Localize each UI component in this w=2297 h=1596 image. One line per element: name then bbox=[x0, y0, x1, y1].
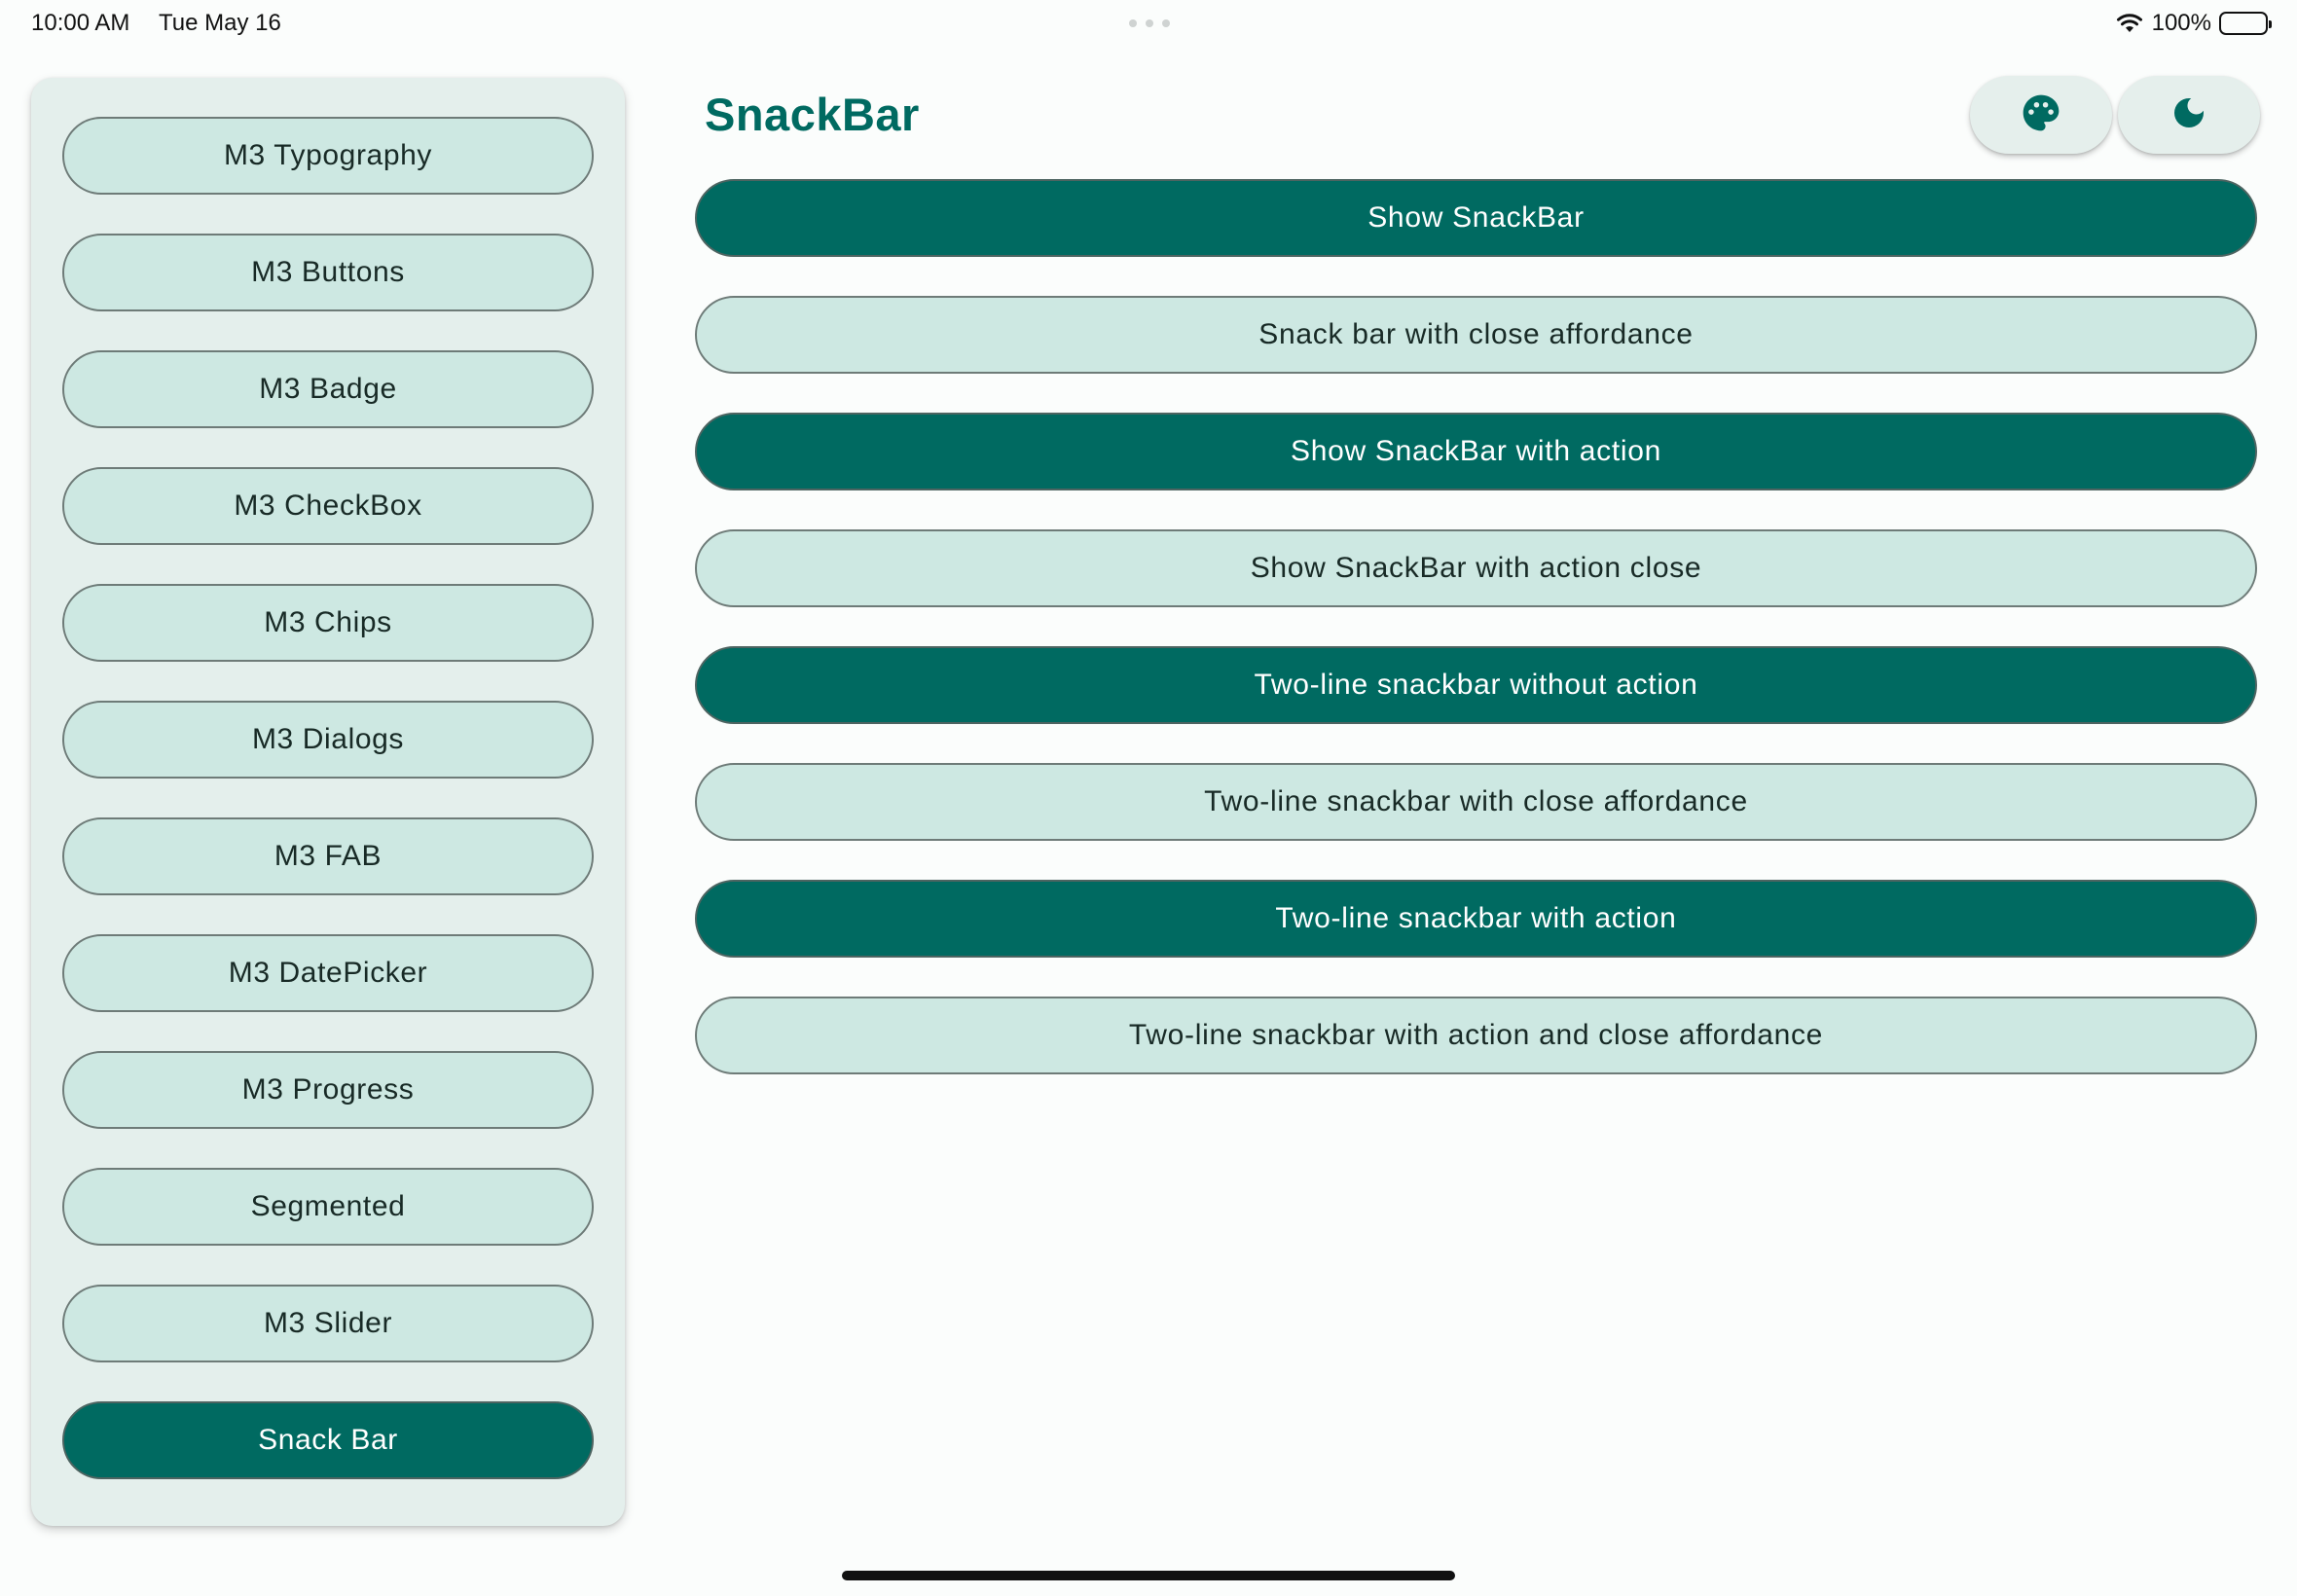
two-line-snackbar-no-action-button[interactable]: Two-line snackbar without action bbox=[695, 646, 2257, 724]
sidebar-item-label: M3 Buttons bbox=[251, 256, 405, 288]
two-line-snackbar-close-affordance-button[interactable]: Two-line snackbar with close affordance bbox=[695, 763, 2257, 841]
sidebar-item-label: M3 Dialogs bbox=[251, 723, 405, 755]
dark-mode-button[interactable] bbox=[2118, 76, 2260, 154]
sidebar-item-m3-buttons[interactable]: M3 Buttons bbox=[62, 234, 594, 311]
two-line-snackbar-action-button[interactable]: Two-line snackbar with action bbox=[695, 880, 2257, 958]
wifi-icon bbox=[2115, 12, 2144, 35]
status-time: 10:00 AM bbox=[31, 10, 130, 36]
snackbar-close-affordance-button[interactable]: Snack bar with close affordance bbox=[695, 296, 2257, 374]
sidebar-item-m3-checkbox[interactable]: M3 CheckBox bbox=[62, 467, 594, 545]
sidebar-item-m3-progress[interactable]: M3 Progress bbox=[62, 1051, 594, 1129]
button-label: Two-line snackbar with close affordance bbox=[1204, 785, 1748, 817]
status-date: Tue May 16 bbox=[159, 10, 281, 36]
page-title: SnackBar bbox=[705, 89, 920, 140]
sidebar-item-label: M3 Chips bbox=[264, 606, 392, 638]
sidebar-item-m3-fab[interactable]: M3 FAB bbox=[62, 817, 594, 895]
sidebar-item-label: M3 FAB bbox=[273, 840, 383, 872]
sidebar-item-label: M3 DatePicker bbox=[228, 957, 428, 989]
sidebar-item-m3-typography[interactable]: M3 Typography bbox=[62, 117, 594, 195]
sidebar-item-m3-dialogs[interactable]: M3 Dialogs bbox=[62, 701, 594, 779]
sidebar-item-segmented[interactable]: Segmented bbox=[62, 1168, 594, 1246]
sidebar-item-m3-slider[interactable]: M3 Slider bbox=[62, 1285, 594, 1362]
battery-percentage: 100% bbox=[2151, 10, 2211, 36]
button-label: Show SnackBar with action close bbox=[1250, 552, 1702, 584]
button-label: Snack bar with close affordance bbox=[1258, 318, 1694, 350]
sidebar-item-label: M3 Slider bbox=[263, 1307, 393, 1339]
button-label: Show SnackBar with action bbox=[1290, 435, 1661, 467]
show-snackbar-action-button[interactable]: Show SnackBar with action bbox=[695, 413, 2257, 490]
status-bar: 10:00 AM Tue May 16 100% bbox=[0, 0, 2297, 49]
moon-icon bbox=[2169, 93, 2208, 137]
home-indicator[interactable] bbox=[842, 1571, 1455, 1580]
sidebar-navigation: M3 Typography M3 Buttons M3 Badge M3 Che… bbox=[31, 78, 625, 1526]
sidebar-item-label: M3 Progress bbox=[241, 1073, 415, 1106]
two-line-snackbar-action-close-button[interactable]: Two-line snackbar with action and close … bbox=[695, 997, 2257, 1074]
show-snackbar-button[interactable]: Show SnackBar bbox=[695, 179, 2257, 257]
sidebar-item-label: Snack Bar bbox=[258, 1424, 398, 1456]
sidebar-item-label: M3 Typography bbox=[223, 139, 433, 171]
button-label: Two-line snackbar with action bbox=[1275, 902, 1677, 934]
sidebar-item-label: M3 CheckBox bbox=[234, 490, 422, 522]
show-snackbar-action-close-button[interactable]: Show SnackBar with action close bbox=[695, 529, 2257, 607]
sidebar-item-label: Segmented bbox=[250, 1190, 406, 1222]
palette-icon bbox=[2020, 91, 2062, 139]
sidebar-item-m3-badge[interactable]: M3 Badge bbox=[62, 350, 594, 428]
multitasking-dots-icon[interactable] bbox=[1129, 19, 1170, 27]
status-indicators: 100% bbox=[2115, 8, 2272, 39]
button-label: Show SnackBar bbox=[1367, 201, 1585, 234]
battery-icon bbox=[2219, 12, 2272, 35]
sidebar-item-m3-chips[interactable]: M3 Chips bbox=[62, 584, 594, 662]
button-label: Two-line snackbar without action bbox=[1254, 669, 1698, 701]
sidebar-item-m3-datepicker[interactable]: M3 DatePicker bbox=[62, 934, 594, 1012]
theme-color-button[interactable] bbox=[1970, 76, 2112, 154]
sidebar-item-snack-bar[interactable]: Snack Bar bbox=[62, 1401, 594, 1479]
button-label: Two-line snackbar with action and close … bbox=[1128, 1019, 1824, 1051]
sidebar-item-label: M3 Badge bbox=[259, 373, 397, 405]
